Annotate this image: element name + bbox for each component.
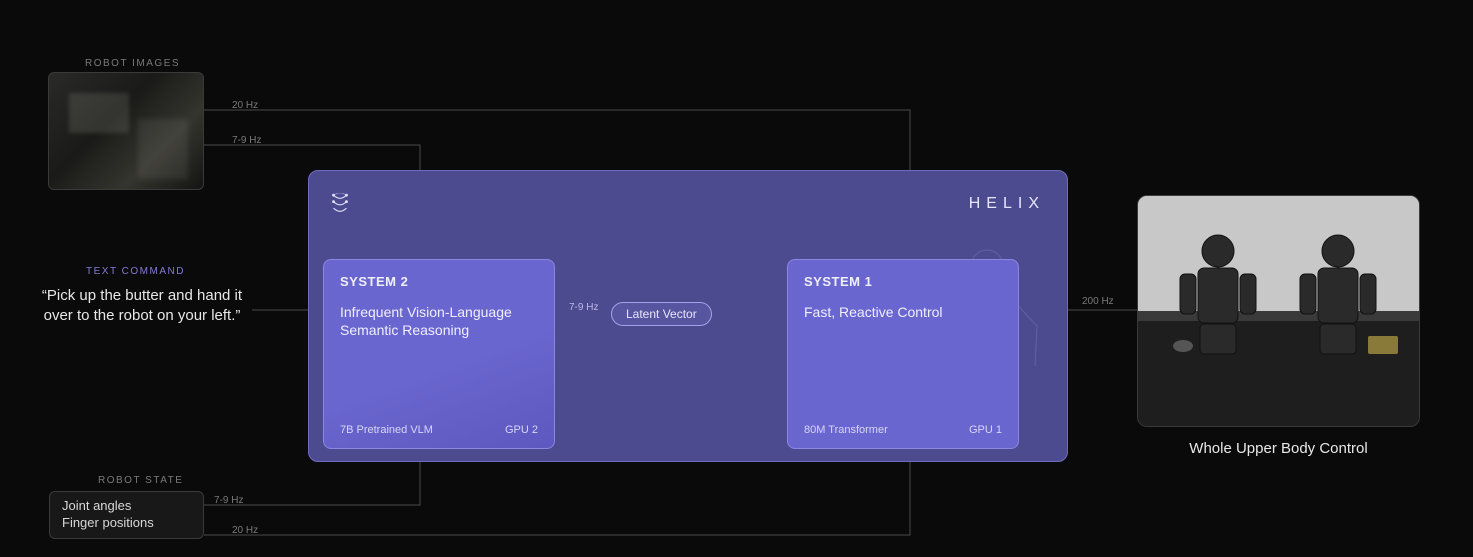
system2-model: 7B Pretrained VLM <box>340 424 433 436</box>
system1-model: 80M Transformer <box>804 424 888 436</box>
system2-desc: Infrequent Vision-Language Semantic Reas… <box>340 303 538 339</box>
robot-state-line2: Finger positions <box>62 515 191 532</box>
system1-card: SYSTEM 1 Fast, Reactive Control 80M Tran… <box>787 259 1019 449</box>
rate-images-to-s2: 7-9 Hz <box>232 135 261 146</box>
system2-title: SYSTEM 2 <box>340 274 538 289</box>
rate-state-to-s2: 7-9 Hz <box>214 495 243 506</box>
robot-state-line1: Joint angles <box>62 498 191 515</box>
rate-state-to-s1: 20 Hz <box>232 525 258 536</box>
rate-images-to-s1: 20 Hz <box>232 100 258 111</box>
helix-brand: HELIX <box>969 195 1045 213</box>
text-command-label: TEXT COMMAND <box>86 266 185 277</box>
robot-state-label: ROBOT STATE <box>98 475 183 486</box>
system1-desc: Fast, Reactive Control <box>804 303 1002 321</box>
robot-state-box: Joint angles Finger positions <box>49 491 204 539</box>
system1-title: SYSTEM 1 <box>804 274 1002 289</box>
robot-images-thumbnail <box>48 72 204 190</box>
helix-logo-icon <box>329 193 351 221</box>
rate-helix-to-output: 200 Hz <box>1082 296 1114 307</box>
robot-images-label: ROBOT IMAGES <box>85 58 180 69</box>
rate-s2-to-s1: 7-9 Hz <box>569 302 598 313</box>
output-image <box>1137 195 1420 427</box>
output-caption: Whole Upper Body Control <box>1137 440 1420 457</box>
latent-vector-pill: Latent Vector <box>611 302 712 326</box>
text-command: “Pick up the butter and hand it over to … <box>32 286 252 327</box>
system1-gpu: GPU 1 <box>969 424 1002 436</box>
system2-gpu: GPU 2 <box>505 424 538 436</box>
system2-card: SYSTEM 2 Infrequent Vision-Language Sema… <box>323 259 555 449</box>
helix-container: HELIX SYSTEM 2 Infrequent Vision-Languag… <box>308 170 1068 462</box>
